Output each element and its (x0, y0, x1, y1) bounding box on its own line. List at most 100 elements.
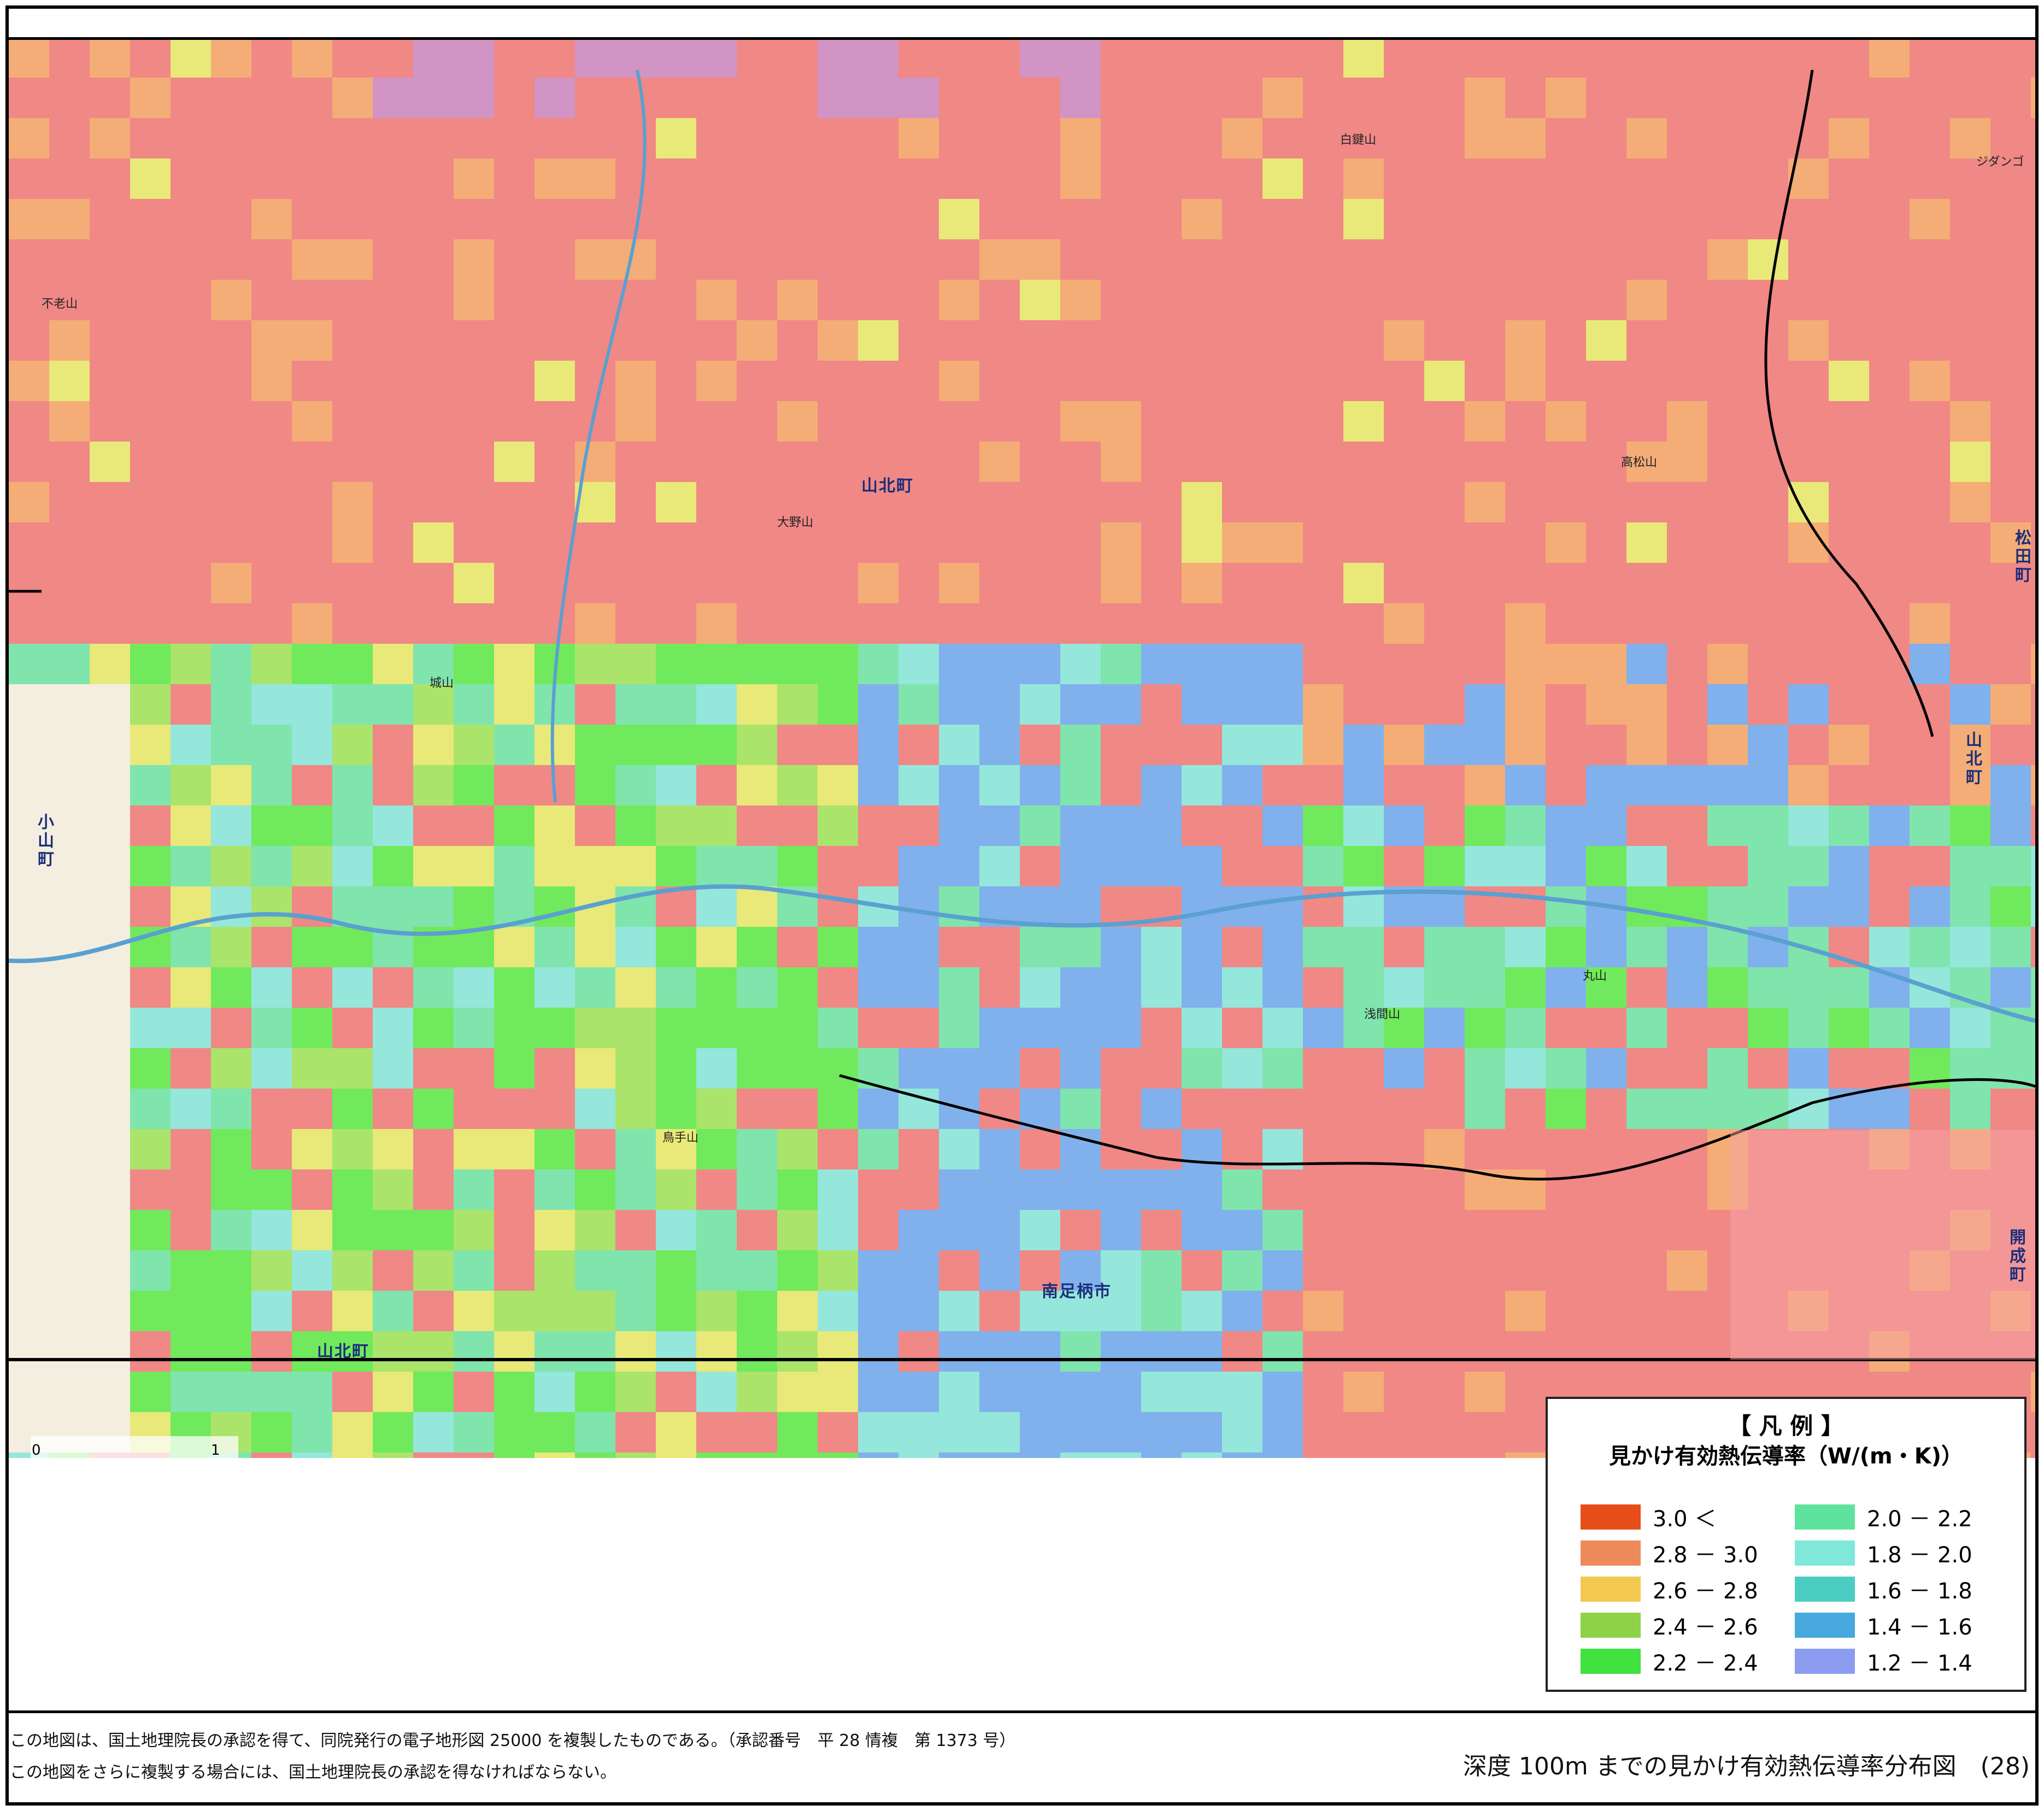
grid-cell (1222, 1169, 1262, 1210)
grid-cell (1343, 361, 1384, 401)
grid-cell (1060, 1169, 1101, 1210)
grid-cell (1546, 846, 1586, 886)
grid-cell (1869, 805, 1910, 846)
grid-cell (1303, 805, 1343, 846)
grid-cell (1222, 1331, 1262, 1372)
grid-cell (615, 1129, 656, 1169)
grid-cell (1343, 1210, 1384, 1250)
grid-cell (979, 563, 1020, 603)
grid-cell (1343, 199, 1384, 239)
grid-cell (1707, 563, 1748, 603)
grid-cell (656, 320, 696, 361)
grid-cell (494, 522, 535, 563)
grid-cell (332, 1008, 373, 1048)
grid-cell (615, 401, 656, 442)
grid-cell (130, 361, 171, 401)
grid-cell (1020, 927, 1060, 967)
grid-cell (1101, 644, 1141, 684)
grid-cell (1182, 1210, 1222, 1250)
grid-cell (1384, 1453, 1424, 1458)
grid-cell (696, 1008, 737, 1048)
grid-cell (1101, 927, 1141, 967)
grid-cell (1586, 684, 1626, 725)
grid-cell (332, 805, 373, 846)
grid-cell (1707, 78, 1748, 118)
grid-cell (615, 118, 656, 158)
grid-cell (2031, 1453, 2035, 1458)
grid-cell (615, 1453, 656, 1458)
grid-cell (1060, 927, 1101, 967)
legend-label: 2.2 － 2.4 (1653, 1651, 1758, 1676)
grid-cell (49, 684, 90, 725)
grid-cell (898, 1129, 939, 1169)
grid-cell (1262, 1250, 1303, 1291)
grid-cell (1546, 118, 1586, 158)
grid-cell (1262, 765, 1303, 805)
grid-cell (171, 320, 211, 361)
grid-cell (1141, 118, 1182, 158)
grid-cell (1626, 805, 1667, 846)
grid-cell (1505, 927, 1546, 967)
grid-cell (454, 1210, 494, 1250)
grid-cell (1182, 725, 1222, 765)
grid-cell (1950, 563, 1990, 603)
grid-cell (939, 684, 979, 725)
grid-cell (90, 522, 130, 563)
grid-cell (454, 1089, 494, 1129)
grid-cell (494, 644, 535, 684)
grid-cell (535, 1372, 575, 1412)
grid-cell (2031, 199, 2035, 239)
grid-cell (1546, 361, 1586, 401)
grid-cell (332, 967, 373, 1008)
legend-item: 1.4 － 1.6 (1795, 1611, 1972, 1640)
grid-cell (696, 361, 737, 401)
grid-cell (1667, 1089, 1707, 1129)
grid-cell (2031, 37, 2035, 78)
grid-cell (251, 927, 292, 967)
grid-cell (1424, 1129, 1465, 1169)
grid-cell (1990, 805, 2031, 846)
grid-cell (9, 1291, 49, 1331)
grid-cell (332, 1129, 373, 1169)
grid-cell (535, 239, 575, 280)
grid-cell (1505, 1453, 1546, 1458)
grid-cell (777, 361, 818, 401)
grid-cell (332, 1412, 373, 1453)
grid-cell (858, 967, 898, 1008)
grid-cell (2031, 280, 2035, 320)
grid-cell (1222, 725, 1262, 765)
grid-cell (373, 239, 413, 280)
grid-cell (1829, 78, 1869, 118)
grid-cell (1343, 1331, 1384, 1372)
grid-cell (535, 280, 575, 320)
grid-cell (130, 442, 171, 482)
grid-cell (737, 1250, 777, 1291)
grid-cell (1910, 320, 1950, 361)
grid-cell (494, 1331, 535, 1372)
grid-cell (1586, 37, 1626, 78)
grid-cell (292, 1210, 332, 1250)
grid-cell (1707, 886, 1748, 927)
map-area[interactable]: 山北町 山北町 山北町 小山町 松田町 開成町 南足柄市 大野山 高松山 不老山… (9, 37, 2035, 1458)
grid-cell (1990, 37, 2031, 78)
grid-cell (1626, 1169, 1667, 1210)
grid-cell (130, 1331, 171, 1372)
grid-cell (1626, 482, 1667, 522)
grid-cell (9, 1372, 49, 1412)
grid-cell (130, 684, 171, 725)
grid-cell (332, 401, 373, 442)
grid-cell (535, 725, 575, 765)
grid-cell (939, 805, 979, 846)
grid-cell (413, 886, 454, 927)
grid-cell (1505, 280, 1546, 320)
grid-cell (696, 644, 737, 684)
grid-cell (939, 1048, 979, 1089)
grid-cell (898, 765, 939, 805)
grid-cell (1303, 846, 1343, 886)
grid-cell (494, 1453, 535, 1458)
grid-cell (1424, 1331, 1465, 1372)
grid-cell (292, 199, 332, 239)
grid-cell (332, 927, 373, 967)
grid-cell (575, 1008, 615, 1048)
grid-cell (1101, 199, 1141, 239)
